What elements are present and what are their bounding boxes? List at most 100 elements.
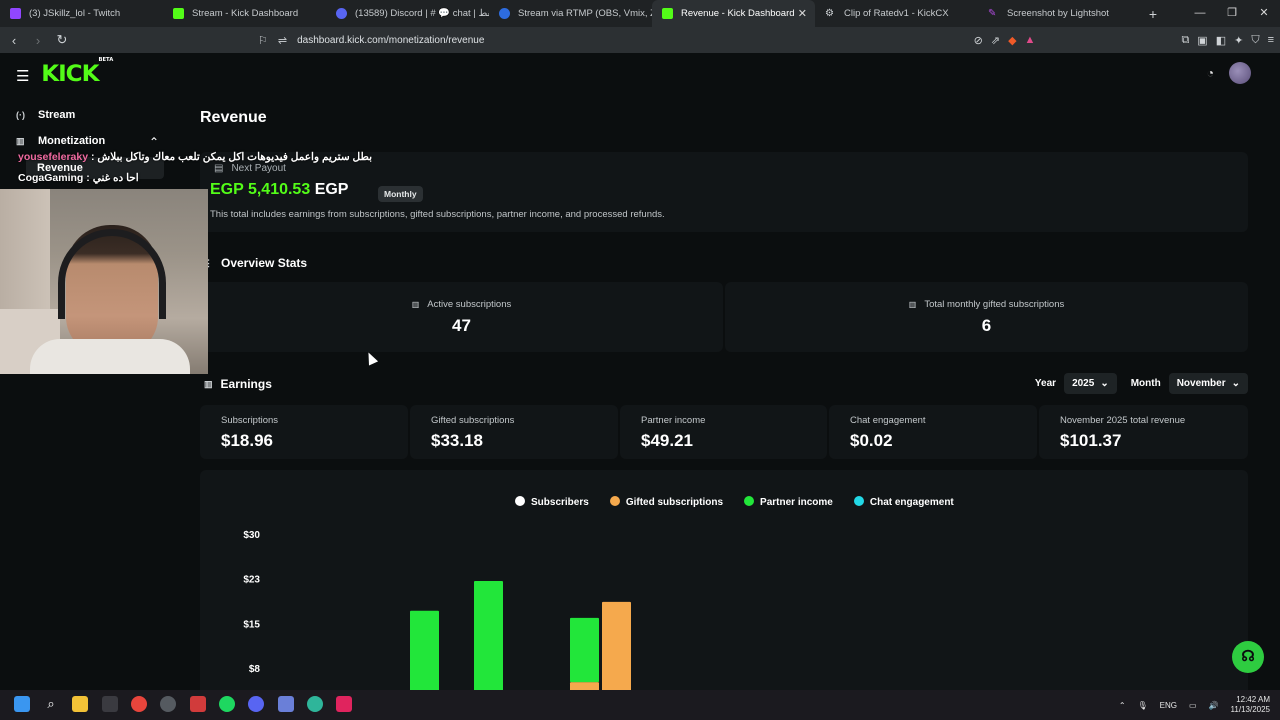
clock-date: 11/13/2025 <box>1230 705 1270 714</box>
chrome-icon[interactable] <box>131 696 147 712</box>
chevron-up-icon[interactable]: ⌃ <box>1119 701 1126 710</box>
eye-off-icon[interactable]: ⊘ <box>974 34 983 47</box>
clock[interactable]: 12:42 AM 11/13/2025 <box>1231 695 1270 715</box>
avatar[interactable] <box>1229 62 1251 84</box>
lightshot-icon: ✎ <box>988 8 997 19</box>
extensions-icon[interactable]: ⧉ <box>1181 34 1189 47</box>
sidebar-item-label: Monetization <box>38 135 106 147</box>
y-tick-label: $8 <box>249 664 261 675</box>
stat-value: 6 <box>981 316 992 335</box>
chat-overlay-line: CogaGaming : احا ده غني <box>18 172 139 184</box>
app-icon[interactable] <box>307 696 323 712</box>
spotify-icon[interactable] <box>219 696 235 712</box>
brave-shield-icon[interactable]: ◆ <box>1008 34 1016 47</box>
tab-title: (3) JSkillz_lol - Twitch <box>29 8 121 19</box>
bookmark-icon[interactable]: ⚐ <box>258 34 268 47</box>
earnings-chat-card: Chat engagement $0.02 <box>829 405 1037 459</box>
url-field[interactable]: ⚐ ⇌ dashboard.kick.com/monetization/reve… <box>258 30 998 50</box>
month-select[interactable]: November ⌄ <box>1168 373 1248 394</box>
year-value: 2025 <box>1072 378 1095 389</box>
browser-tab-lightshot[interactable]: ✎ Screenshot by Lightshot <box>978 0 1141 27</box>
leo-icon[interactable]: ✦ <box>1234 34 1243 47</box>
stat-value: 47 <box>452 316 471 335</box>
kick-logo[interactable]: KICKBETA <box>41 57 113 87</box>
beta-badge: BETA <box>98 56 114 63</box>
payout-card: ▤ Next Payout EGP 5,410.53 EGP Monthly T… <box>200 152 1248 232</box>
main-content: Revenue ▤ Next Payout EGP 5,410.53 EGP M… <box>180 95 1280 690</box>
support-chat-button[interactable]: ☊ <box>1232 641 1264 673</box>
bar-segment[interactable] <box>474 581 503 690</box>
menu-icon[interactable]: ≡ <box>1268 34 1274 46</box>
chart-icon: ▥ <box>411 300 420 309</box>
tab-title: Stream via RTMP (OBS, Vmix, Zoom) <box>518 8 652 19</box>
chat-username: yousefeleraky <box>18 151 89 163</box>
github-icon[interactable] <box>160 696 176 712</box>
earnings-title: Earnings <box>220 377 272 391</box>
app-icon[interactable] <box>278 696 294 712</box>
browser-tab-kick-stream[interactable]: Stream - Kick Dashboard <box>163 0 326 27</box>
browser-tab-bar: (3) JSkillz_lol - Twitch Stream - Kick D… <box>0 0 1280 27</box>
bar-segment[interactable] <box>602 601 631 690</box>
notification-icon[interactable]: ◔ <box>1207 66 1214 80</box>
close-window-button[interactable]: ✕ <box>1248 0 1280 27</box>
browser-tab-discord[interactable]: (13589) Discord | # 💬 chat | شات فقط <box>326 0 489 27</box>
share-icon[interactable]: ⇗ <box>991 34 1000 47</box>
display-icon[interactable]: ▭ <box>1189 701 1197 710</box>
reload-button[interactable]: ↻ <box>52 32 72 48</box>
earnings-label: Chat engagement <box>850 415 926 426</box>
bar-segment[interactable] <box>410 610 439 690</box>
discord-icon[interactable] <box>248 696 264 712</box>
vpn-icon[interactable]: ⛉ <box>1251 34 1259 47</box>
browser-tab-kickcx[interactable]: ⚙ Clip of Ratedv1 - KickCX <box>815 0 978 27</box>
sidebar-icon[interactable]: ◧ <box>1216 34 1226 47</box>
chevron-down-icon: ⌄ <box>1100 378 1109 389</box>
sidebar-item-stream[interactable]: (·) Stream <box>16 109 75 121</box>
chat-username: CogaGaming <box>18 172 84 184</box>
file-explorer-icon[interactable] <box>72 696 88 712</box>
earnings-label: November 2025 total revenue <box>1060 415 1186 426</box>
close-icon[interactable]: ✕ <box>798 7 807 20</box>
minimize-button[interactable]: — <box>1184 0 1216 27</box>
speaker-icon[interactable]: 🔊 <box>1209 701 1219 710</box>
maximize-button[interactable]: ❐ <box>1216 0 1248 27</box>
tab-title: Stream - Kick Dashboard <box>192 8 299 19</box>
tab-title: Screenshot by Lightshot <box>1007 8 1109 19</box>
payout-note: This total includes earnings from subscr… <box>210 209 665 220</box>
site-info-icon[interactable]: ⇌ <box>278 34 287 47</box>
earnings-partner-card: Partner income $49.21 <box>620 405 827 459</box>
back-button[interactable]: ‹ <box>4 33 24 48</box>
language-indicator[interactable]: ENG <box>1160 701 1177 710</box>
earnings-value: $49.21 <box>641 431 693 450</box>
chart-icon: ▥ <box>16 135 25 146</box>
chat-message: : بطل ستريم واعمل فيديوهات اكل يمكن تلعب… <box>90 151 373 163</box>
sidebar-item-monetization[interactable]: ▥ Monetization <box>16 135 105 147</box>
chevron-up-icon[interactable]: ⌃ <box>149 135 159 149</box>
month-value: November <box>1176 378 1226 389</box>
search-icon[interactable]: ⌕ <box>43 696 59 712</box>
earnings-label: Gifted subscriptions <box>431 415 515 426</box>
windows-start-icon[interactable] <box>14 696 30 712</box>
hamburger-menu-icon[interactable]: ☰ <box>16 67 29 85</box>
browser-tab-restream[interactable]: Stream via RTMP (OBS, Vmix, Zoom) <box>489 0 652 27</box>
forward-button[interactable]: › <box>28 33 48 48</box>
wallet-icon[interactable]: ▣ <box>1197 34 1207 47</box>
app-icon[interactable] <box>190 696 206 712</box>
bar-segment[interactable] <box>570 617 599 683</box>
tab-title: (13589) Discord | # 💬 chat | شات فقط <box>355 8 489 19</box>
rewards-icon[interactable]: ▲ <box>1025 34 1036 46</box>
browser-tab-kick-revenue[interactable]: Revenue - Kick Dashboard ✕ <box>652 0 815 27</box>
bar-segment[interactable] <box>570 682 599 690</box>
app-icon[interactable] <box>336 696 352 712</box>
store-icon[interactable] <box>102 696 118 712</box>
microphone-icon[interactable]: 🎙 <box>1138 701 1148 710</box>
url-text: dashboard.kick.com/monetization/revenue <box>297 34 485 46</box>
new-tab-button[interactable]: + <box>1141 6 1165 22</box>
year-select[interactable]: 2025 ⌄ <box>1064 373 1117 394</box>
earnings-label: Subscriptions <box>221 415 279 426</box>
stat-label: ▥ Total monthly gifted subscriptions <box>725 299 1248 310</box>
earnings-value: $0.02 <box>850 431 893 450</box>
broadcast-icon: (·) <box>16 110 25 120</box>
y-tick-label: $30 <box>243 530 260 541</box>
earnings-chart: Subscribers Gifted subscriptions Partner i… <box>200 470 1248 690</box>
browser-tab-twitch[interactable]: (3) JSkillz_lol - Twitch <box>0 0 163 27</box>
